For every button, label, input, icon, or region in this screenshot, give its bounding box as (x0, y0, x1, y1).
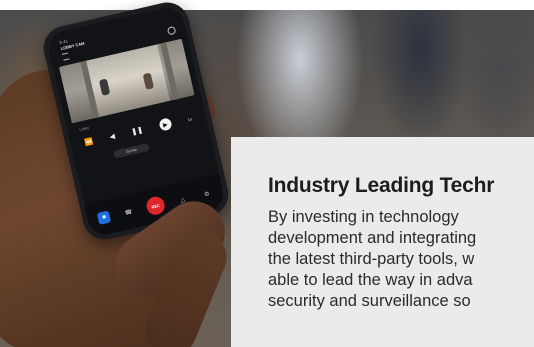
go-live-pill: Go live (113, 142, 151, 159)
card-body-line: able to lead the way in adva (268, 271, 473, 289)
rewind-icon: ⏪ (83, 138, 95, 148)
camera-label: Lobby (79, 125, 90, 132)
settings-icon: ⚙ (203, 190, 211, 198)
card-body-line: security and surveillance so (268, 292, 471, 310)
card-body: By investing in technology development a… (268, 207, 534, 312)
top-whitespace (0, 0, 534, 10)
play-icon: ▶ (158, 117, 173, 132)
speed-label: 1x (187, 115, 193, 122)
camera-feed (58, 38, 195, 124)
person (98, 78, 111, 96)
menu-icon (62, 52, 70, 61)
phone-icon: ☎ (124, 208, 133, 217)
pillar (160, 42, 180, 101)
card-body-line: By investing in technology (268, 208, 459, 226)
card-body-line: the latest third-party tools, w (268, 250, 475, 268)
pillar (80, 60, 100, 119)
person (142, 72, 155, 90)
playback-controls: ⏪ ◀ ❚❚ ▶ 1x (83, 113, 193, 149)
feature-card: Industry Leading Techr By investing in t… (231, 137, 534, 347)
step-back-icon: ◀ (109, 133, 116, 142)
gear-icon (166, 25, 177, 36)
card-body-line: development and integrating (268, 229, 477, 247)
page-frame: 9:41 LOBBY CAM Lobby ⏪ ◀ ❚❚ ▶ 1x Go live… (0, 0, 534, 347)
record-icon: REC (144, 194, 167, 217)
card-title: Industry Leading Techr (268, 174, 495, 197)
camera-icon: ■ (97, 210, 112, 225)
pause-icon: ❚❚ (130, 126, 144, 137)
